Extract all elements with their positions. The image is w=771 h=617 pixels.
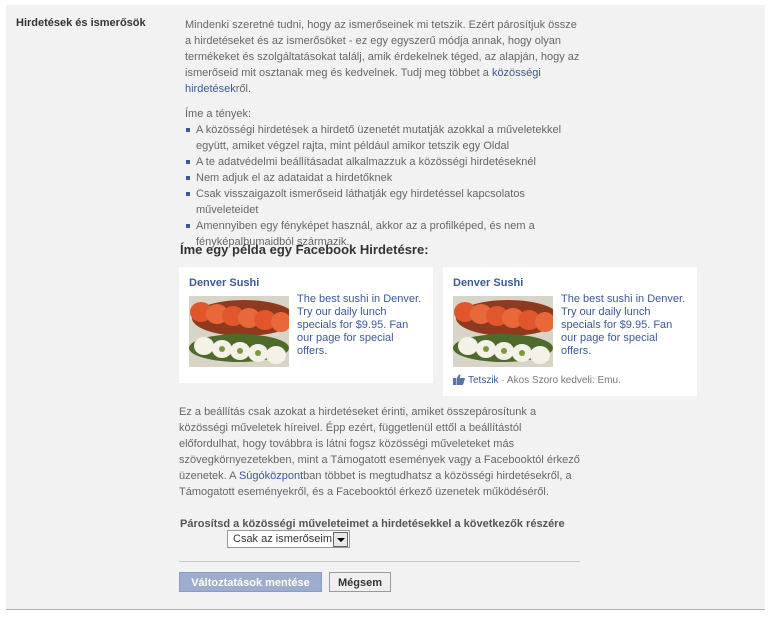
save-changes-button[interactable]: Változtatások mentése (179, 572, 322, 592)
info-paragraph: Ez a beállítás csak azokat a hirdetéseke… (179, 404, 583, 500)
fact-text: Csak visszaigazolt ismerőseid láthatják … (196, 188, 525, 216)
bullet-icon (186, 128, 190, 132)
example-ad-1: Denver Sushi The best sushi in Denver. T… (179, 267, 433, 383)
help-center-link[interactable]: Súgóközpont (239, 470, 303, 482)
list-item: A közösségi hirdetések a hirdető üzeneté… (185, 122, 585, 154)
audience-select-value: Csak az ismerőseim (233, 533, 333, 545)
sushi-image[interactable] (453, 296, 553, 367)
ad-social-context: Tetszik · Akos Szoro kedveli: Emu. (453, 374, 621, 386)
fact-text: A te adatvédelmi beállításadat alkalmazz… (196, 156, 536, 168)
fact-text: A közösségi hirdetések a hirdető üzeneté… (196, 124, 562, 152)
content-column: Mindenki szeretné tudni, hogy az ismerős… (185, 17, 585, 250)
cancel-button[interactable]: Mégsem (329, 572, 391, 592)
example-ad-2: Denver Sushi The best sushi in Denver. T… (443, 267, 697, 396)
section-title: Hirdetések és ismerősök (16, 17, 146, 29)
chevron-down-icon[interactable] (333, 532, 348, 547)
sushi-image[interactable] (189, 296, 289, 367)
list-item: Nem adjuk el az adataidat a hirdetőknek (185, 170, 585, 186)
ad-body-text[interactable]: The best sushi in Denver. Try our daily … (561, 293, 689, 358)
social-text: · Akos Szoro kedveli: Emu. (498, 375, 621, 386)
divider (179, 561, 580, 562)
bullet-icon (186, 176, 190, 180)
ad-title-link[interactable]: Denver Sushi (453, 277, 523, 289)
fact-text: Nem adjuk el az adataidat a hirdetőknek (196, 172, 393, 184)
facts-heading: Íme a tények: (185, 108, 252, 120)
like-link[interactable]: Tetszik (468, 375, 499, 386)
intro-paragraph: Mindenki szeretné tudni, hogy az ismerős… (185, 17, 585, 97)
list-item: Csak visszaigazolt ismerőseid láthatják … (185, 186, 585, 218)
intro-suffix: ről. (235, 83, 252, 95)
ad-title-link[interactable]: Denver Sushi (189, 277, 259, 289)
example-heading: Íme egy példa egy Facebook Hirdetésre: (180, 242, 429, 257)
ad-body-text[interactable]: The best sushi in Denver. Try our daily … (297, 293, 425, 358)
list-item: A te adatvédelmi beállításadat alkalmazz… (185, 154, 585, 170)
facts-list: A közösségi hirdetések a hirdető üzeneté… (185, 122, 585, 250)
bullet-icon (186, 224, 190, 228)
thumbs-up-icon (453, 374, 465, 385)
audience-select[interactable]: Csak az ismerőseim (227, 530, 350, 548)
bullet-icon (186, 160, 190, 164)
bullet-icon (186, 192, 190, 196)
